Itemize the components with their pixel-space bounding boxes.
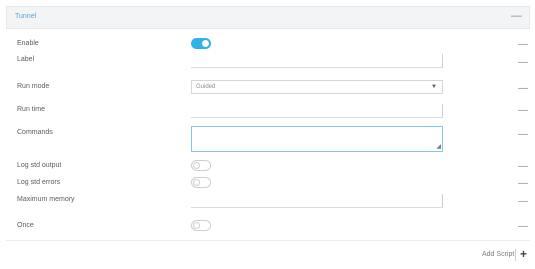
remove-commands-icon[interactable]: —: [518, 130, 528, 140]
enable-label: Enable: [17, 40, 39, 47]
toggle-knob: [202, 40, 209, 47]
commands-label: Commands: [17, 129, 53, 136]
commands-textarea[interactable]: ◢: [191, 126, 443, 152]
run-mode-select[interactable]: Guided ▼: [191, 80, 443, 94]
resize-handle-icon[interactable]: ◢: [436, 144, 441, 150]
once-toggle[interactable]: [191, 220, 211, 231]
max-memory-input[interactable]: [191, 194, 443, 208]
log-stdout-label: Log std output: [17, 162, 62, 169]
separator: [515, 249, 516, 261]
log-stderr-label: Log std errors: [17, 179, 61, 186]
panel-header[interactable]: Tunnel —: [6, 6, 530, 29]
run-mode-value: Guided: [196, 84, 216, 90]
remove-max-memory-icon[interactable]: —: [518, 197, 528, 207]
run-mode-label: Run mode: [17, 83, 50, 90]
remove-enable-icon[interactable]: —: [518, 40, 528, 50]
once-label: Once: [17, 222, 34, 229]
chevron-down-icon: ▼: [431, 84, 437, 90]
log-stderr-toggle[interactable]: [191, 177, 211, 188]
remove-run-time-icon[interactable]: —: [518, 106, 528, 116]
enable-toggle[interactable]: [191, 38, 211, 49]
label-input[interactable]: [191, 54, 443, 68]
remove-run-mode-icon[interactable]: —: [518, 84, 528, 94]
remove-once-icon[interactable]: —: [518, 222, 528, 232]
remove-log-stdout-icon[interactable]: —: [518, 162, 528, 172]
panel-title: Tunnel: [15, 13, 37, 20]
run-time-label: Run time: [17, 106, 46, 113]
plus-icon[interactable]: +: [520, 248, 527, 260]
divider: [6, 240, 530, 241]
toggle-knob: [193, 222, 200, 229]
max-memory-label: Maximum memory: [17, 196, 75, 203]
toggle-knob: [193, 179, 200, 186]
toggle-knob: [193, 162, 200, 169]
add-script-label: Add Script: [482, 251, 515, 258]
label-label: Label: [17, 56, 35, 63]
run-time-input[interactable]: [191, 104, 443, 118]
collapse-icon[interactable]: —: [511, 10, 522, 22]
log-stdout-toggle[interactable]: [191, 160, 211, 171]
remove-log-stderr-icon[interactable]: —: [518, 179, 528, 189]
remove-label-icon[interactable]: —: [518, 58, 528, 68]
